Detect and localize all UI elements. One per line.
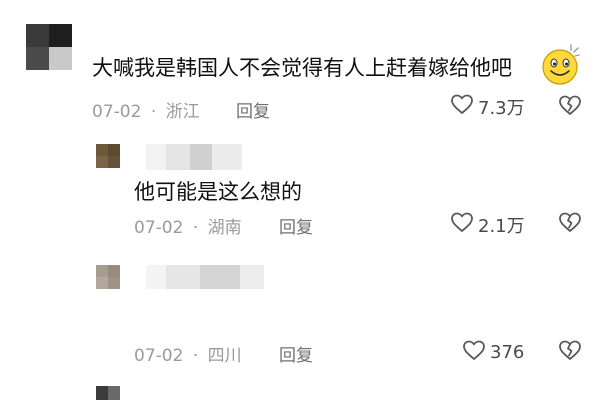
like-count: 376 [490, 342, 525, 363]
meta-separator: · [192, 346, 199, 366]
comment-meta: 07-02 · 湖南 [134, 213, 242, 238]
meta-separator: · [192, 218, 199, 238]
comment-location: 四川 [207, 346, 242, 366]
reply-button[interactable]: 回复 [279, 213, 313, 238]
comment-text: 他可能是这么想的 [134, 180, 302, 204]
avatar[interactable] [96, 144, 120, 168]
comment-location: 湖南 [207, 218, 242, 238]
username-redacted [146, 265, 264, 289]
reply-button[interactable]: 回复 [279, 341, 313, 366]
broken-heart-icon [558, 340, 582, 366]
username-redacted [146, 144, 242, 170]
comment-date: 07-02 [92, 102, 142, 122]
comment-date: 07-02 [134, 218, 184, 238]
dislike-button[interactable] [558, 338, 582, 366]
broken-heart-icon [558, 95, 582, 121]
comment-location: 浙江 [165, 102, 200, 122]
dislike-button[interactable] [558, 93, 582, 121]
like-button[interactable]: 376 [462, 338, 524, 367]
broken-heart-icon [558, 212, 582, 238]
meta-separator: · [150, 102, 157, 122]
heart-outline-icon [450, 210, 474, 239]
comment-meta: 07-02 · 浙江 [92, 97, 200, 122]
heart-outline-icon [450, 92, 474, 121]
comment-meta: 07-02 · 四川 [134, 341, 242, 366]
avatar[interactable] [96, 265, 120, 289]
like-count: 7.3万 [478, 97, 525, 119]
avatar[interactable] [96, 386, 120, 400]
reply-button[interactable]: 回复 [236, 97, 270, 122]
like-button[interactable]: 7.3万 [450, 92, 525, 121]
comment-date: 07-02 [134, 346, 184, 366]
like-button[interactable]: 2.1万 [450, 210, 525, 239]
comment-text: 大喊我是韩国人不会觉得有人上赶着嫁给他吧 [92, 56, 512, 80]
dislike-button[interactable] [558, 210, 582, 238]
like-count: 2.1万 [478, 215, 525, 237]
avatar[interactable] [26, 24, 72, 70]
heart-outline-icon [462, 338, 486, 367]
grinning-face-emoji-icon [540, 44, 580, 90]
